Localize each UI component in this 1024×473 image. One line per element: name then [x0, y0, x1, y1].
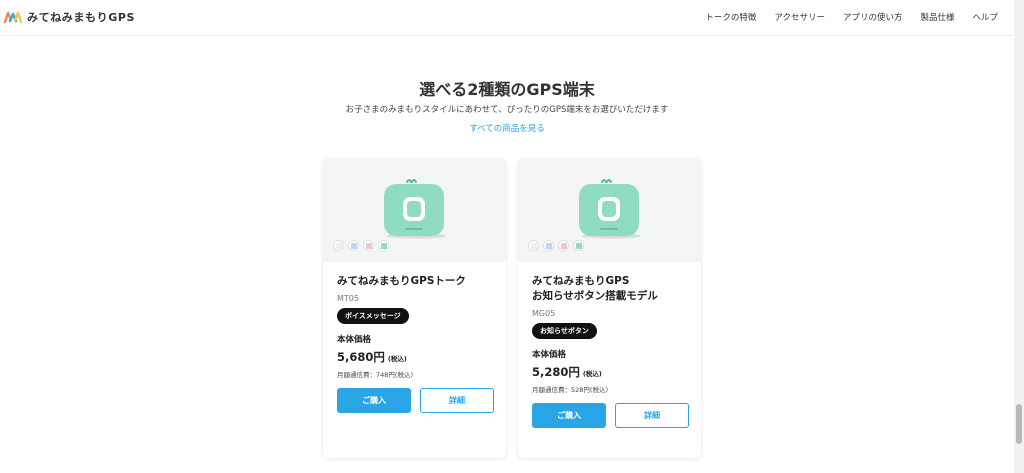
- price-label: 本体価格: [337, 335, 372, 345]
- product-card-mt05: みてねみまもりGPSトーク MT05 ボイスメッセージ 本体価格 5,680円(…: [323, 158, 506, 458]
- color-swatch-mint[interactable]: [378, 240, 389, 251]
- detail-button[interactable]: 詳細: [615, 403, 689, 428]
- nav-specs[interactable]: 製品仕様: [920, 11, 954, 23]
- product-card-mg05: みてねみまもりGPS お知らせボタン搭載モデル MG05 お知らせボタン 本体価…: [518, 158, 701, 458]
- product-price: 5,680円 (税込): [337, 349, 495, 365]
- all-products-link[interactable]: すべての商品を見る: [469, 124, 545, 134]
- color-swatch-white[interactable]: [333, 240, 344, 251]
- product-image-area: [323, 158, 506, 262]
- price-label: 本体価格: [532, 350, 567, 360]
- product-model: MG05: [532, 309, 556, 318]
- brand-logo[interactable]: みてねみまもりGPS: [4, 9, 135, 25]
- card-actions: ご購入 詳細: [337, 388, 495, 413]
- price-value: 5,680円: [337, 350, 385, 364]
- product-name: みてねみまもりGPSトーク: [337, 275, 466, 287]
- scrollbar-thumb[interactable]: [1016, 404, 1022, 444]
- product-card-body: みてねみまもりGPSトーク MT05 ボイスメッセージ 本体価格 5,680円(…: [337, 274, 495, 413]
- color-swatches: [333, 240, 389, 251]
- page-scrollbar[interactable]: [1014, 0, 1024, 473]
- product-name-line-1: みてねみまもりGPS: [532, 275, 630, 287]
- section-title: 選べる2種類のGPS端末: [419, 80, 595, 99]
- color-swatches: [528, 240, 584, 251]
- nav-app-usage[interactable]: アプリの使い方: [843, 11, 903, 23]
- main-nav: トークの特徴 アクセサリー アプリの使い方 製品仕様 ヘルプ: [705, 0, 998, 34]
- tax-note: (税込): [582, 370, 602, 378]
- monthly-fee: 月額通信費：528円(税込): [532, 386, 608, 394]
- feature-badge: お知らせボタン: [532, 323, 597, 339]
- nav-talk-features[interactable]: トークの特徴: [705, 11, 756, 23]
- color-swatch-blue[interactable]: [348, 240, 359, 251]
- buy-button[interactable]: ご購入: [532, 403, 606, 428]
- brand-logo-icon: [4, 11, 22, 24]
- color-swatch-pink[interactable]: [363, 240, 374, 251]
- section-subtitle: お子さまのみまもりスタイルにあわせて、ぴったりのGPS端末をお選びいただけます: [345, 105, 669, 115]
- color-swatch-white[interactable]: [528, 240, 539, 251]
- color-swatch-mint[interactable]: [573, 240, 584, 251]
- card-actions: ご購入 詳細: [532, 403, 690, 428]
- color-swatch-blue[interactable]: [543, 240, 554, 251]
- tax-note: (税込): [387, 355, 407, 363]
- product-image-area: [518, 158, 701, 262]
- nav-help[interactable]: ヘルプ: [972, 11, 998, 23]
- product-name-line-2: お知らせボタン搭載モデル: [532, 290, 658, 302]
- feature-badge: ボイスメッセージ: [337, 308, 409, 324]
- all-products-row: すべての商品を見る: [0, 122, 1014, 134]
- brand-name: みてねみまもりGPS: [27, 11, 136, 24]
- product-card-body: みてねみまもりGPS お知らせボタン搭載モデル MG05 お知らせボタン 本体価…: [532, 274, 690, 428]
- product-price: 5,280円 (税込): [532, 364, 690, 380]
- buy-button[interactable]: ご購入: [337, 388, 411, 413]
- product-model: MT05: [337, 294, 359, 303]
- gps-device-icon: [384, 179, 445, 239]
- detail-button[interactable]: 詳細: [420, 388, 494, 413]
- gps-device-icon: [579, 179, 640, 239]
- nav-accessories[interactable]: アクセサリー: [774, 11, 825, 23]
- monthly-fee: 月額通信費：748円(税込): [337, 371, 413, 379]
- price-value: 5,280円: [532, 365, 580, 379]
- color-swatch-pink[interactable]: [558, 240, 569, 251]
- site-header: みてねみまもりGPS トークの特徴 アクセサリー アプリの使い方 製品仕様 ヘル…: [0, 0, 1014, 36]
